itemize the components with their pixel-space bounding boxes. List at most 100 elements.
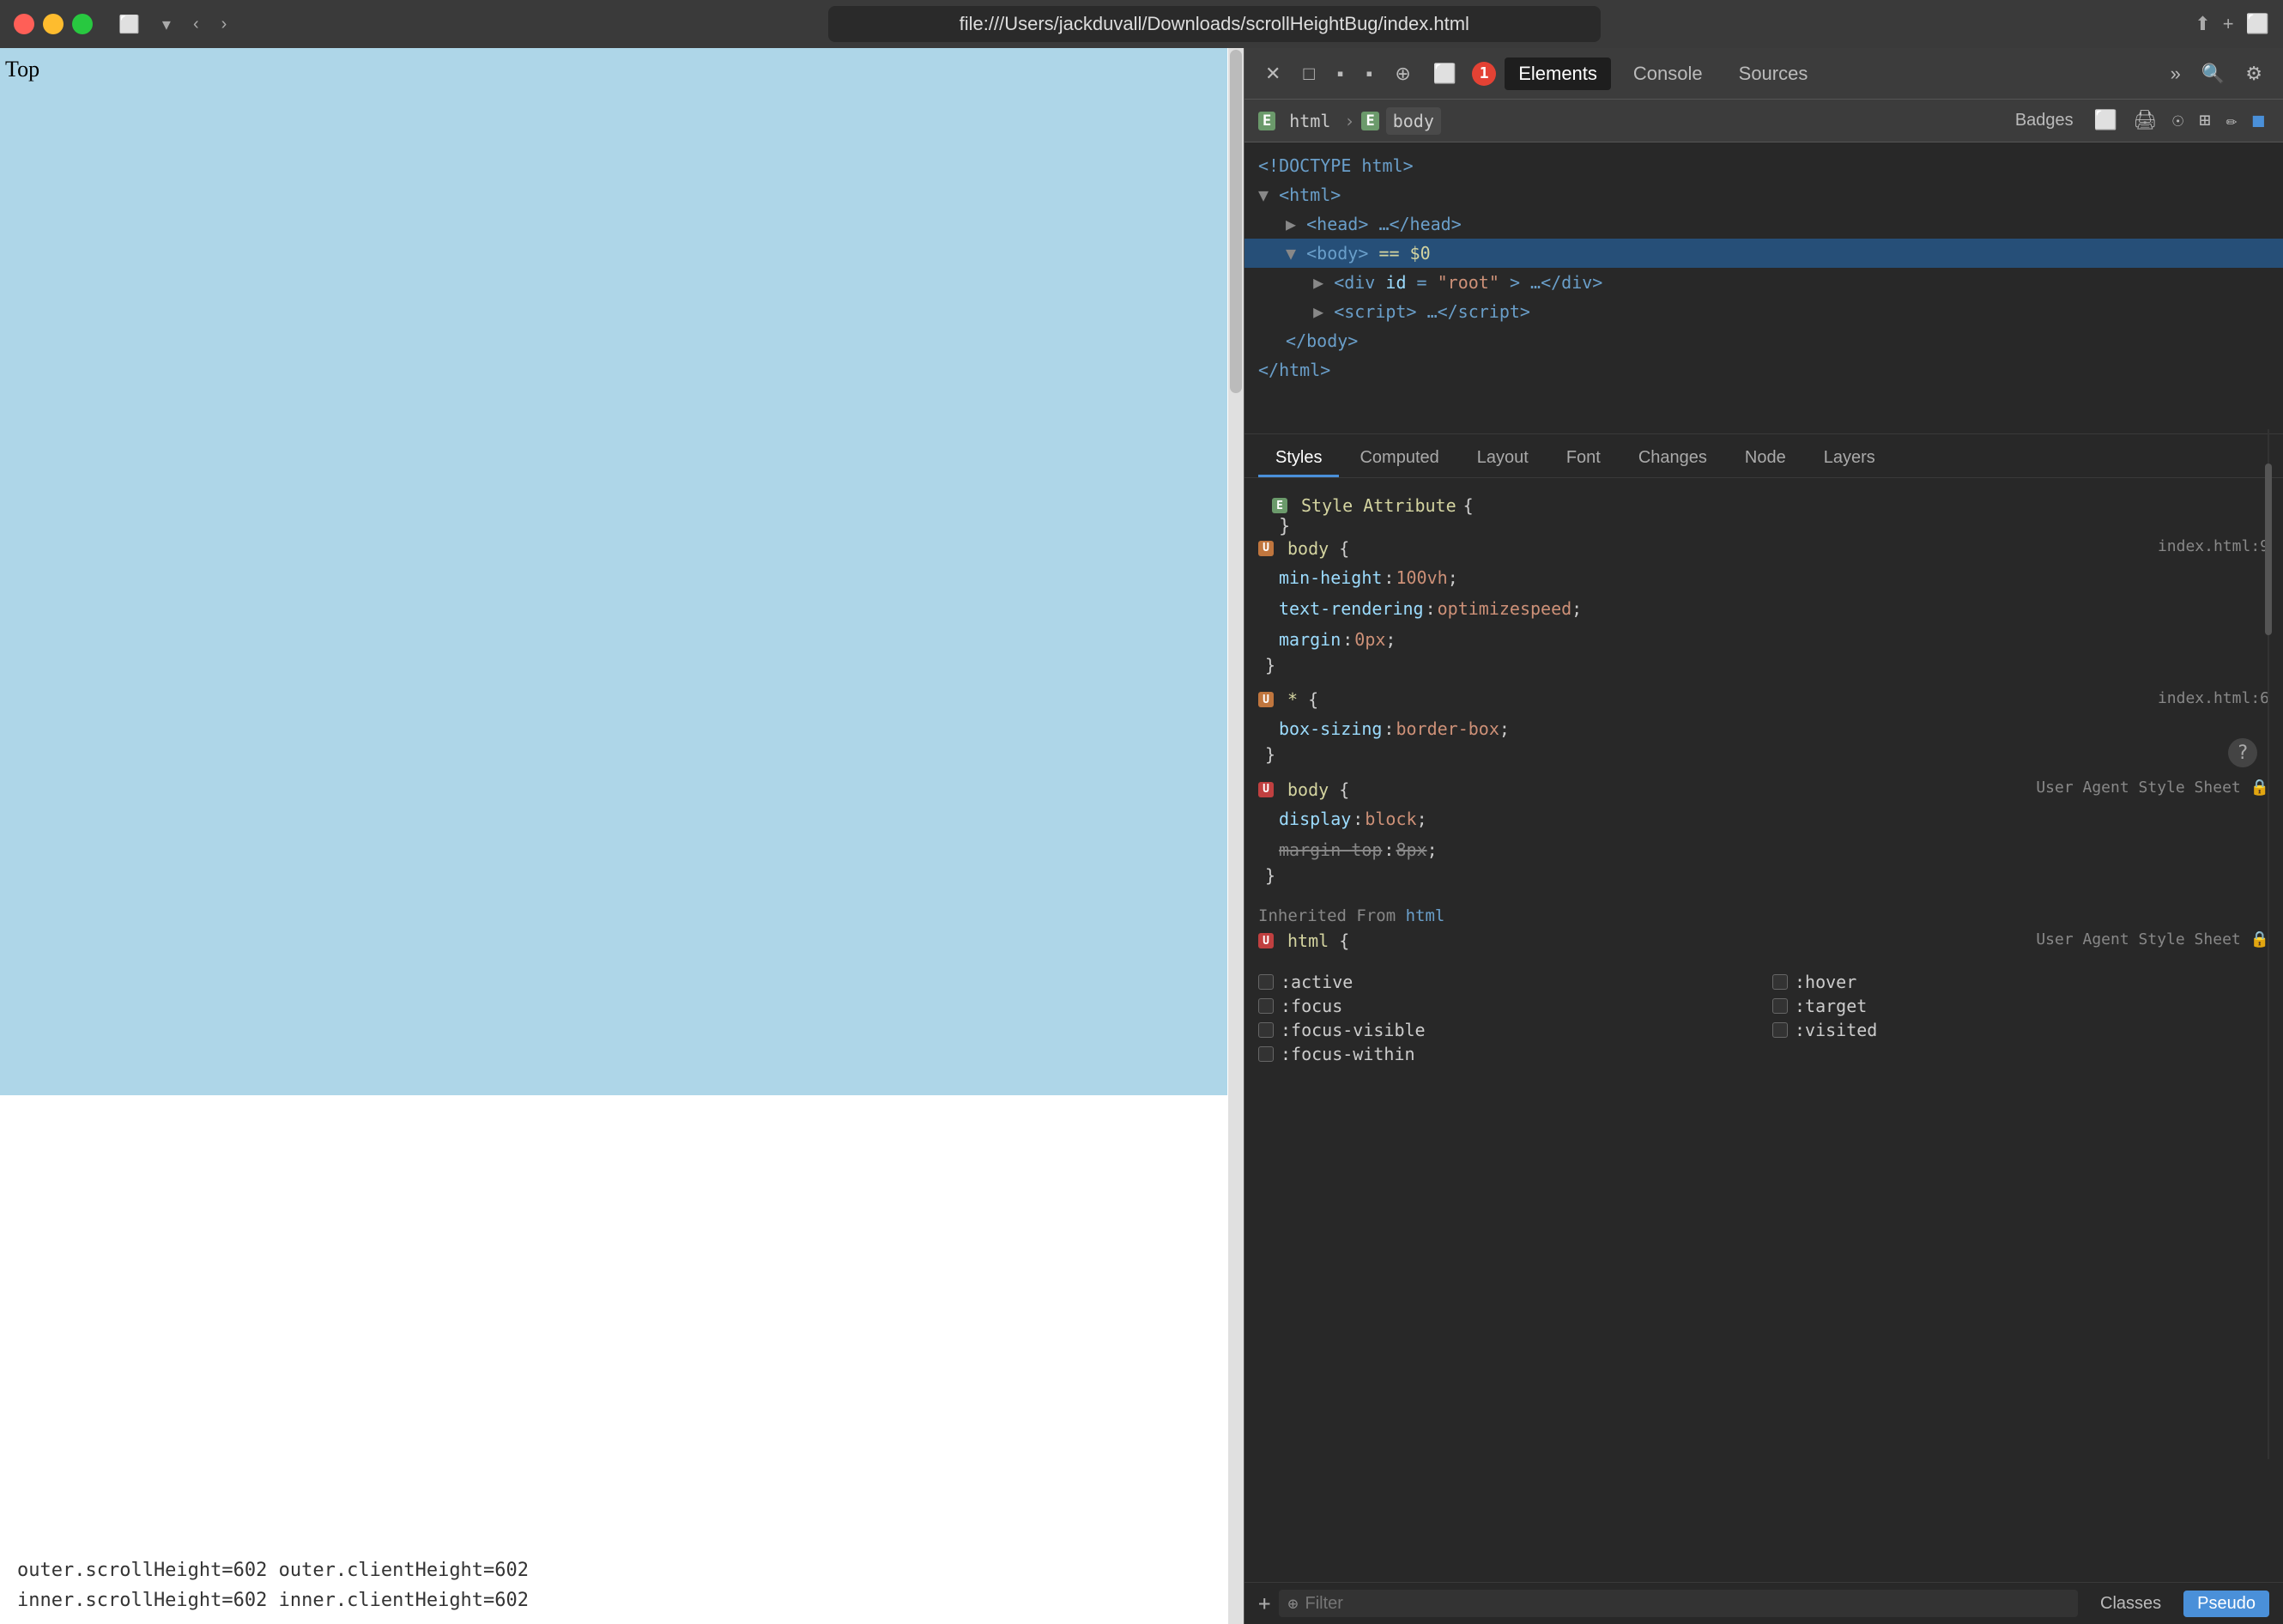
pseudo-focus-within[interactable]: :focus-within (1258, 1044, 1755, 1064)
pseudo-visited-checkbox[interactable] (1772, 1022, 1788, 1038)
tab-node[interactable]: Node (1728, 441, 1803, 477)
inspect-button[interactable]: ⊕ (1388, 59, 1417, 88)
share-icon[interactable]: ⬆ (2195, 13, 2210, 35)
style-element-icon: E (1272, 498, 1287, 513)
scroll-thumb[interactable] (1230, 50, 1242, 393)
pseudo-states: :active :hover :focus :target (1258, 965, 2269, 1071)
body-ua-selector[interactable]: body { (1287, 779, 1349, 800)
print-icon[interactable]: 🖨 (2128, 106, 2162, 135)
tab-layout[interactable]: Layout (1460, 441, 1546, 477)
style-prop-margin[interactable]: margin : 0px ; (1258, 624, 2269, 655)
badges-button[interactable]: Badges (2007, 107, 2082, 134)
star-selector[interactable]: * { (1287, 689, 1318, 710)
pseudo-target[interactable]: :target (1772, 996, 2269, 1016)
pseudo-hover-checkbox[interactable] (1772, 974, 1788, 990)
pseudo-focus-label: :focus (1281, 996, 1342, 1016)
style-rule-star: U * { index.html:6 box-sizing : border-b… (1258, 689, 2269, 766)
style-prop-margin-top[interactable]: margin-top : 8px ; (1258, 834, 2269, 865)
blue-block: Top (0, 48, 1227, 1095)
pseudo-target-checkbox[interactable] (1772, 998, 1788, 1014)
dock-right-button[interactable]: ▪ (1330, 59, 1351, 88)
pseudo-focus-visible[interactable]: :focus-visible (1258, 1020, 1755, 1040)
dom-html-close: </html> (1258, 355, 2269, 385)
pseudo-button[interactable]: Pseudo (2183, 1591, 2269, 1617)
settings-button[interactable]: ⚙ (2238, 59, 2269, 88)
top-label: Top (5, 57, 39, 82)
breadcrumb-body[interactable]: body (1386, 107, 1441, 135)
breadcrumb-html[interactable]: html (1282, 107, 1337, 135)
inherited-from-link[interactable]: html (1406, 906, 1445, 925)
star-rule-source[interactable]: index.html:6 (2158, 689, 2269, 707)
pseudo-focus[interactable]: :focus (1258, 996, 1755, 1016)
style-prop-display[interactable]: display : block ; (1258, 803, 2269, 834)
format-icon[interactable]: ⬜ (2089, 106, 2123, 135)
filter-search-icon: ⊕ (1287, 1593, 1298, 1614)
dock-bottom-button[interactable]: □ (1296, 59, 1321, 88)
dom-script[interactable]: ▶ <script> …</script> (1258, 297, 2269, 326)
tab-changes[interactable]: Changes (1621, 441, 1724, 477)
new-tab-icon[interactable]: + (2223, 13, 2234, 35)
devtools-close-button[interactable]: ✕ (1258, 59, 1287, 88)
devtools-scrollthumb[interactable] (2265, 464, 2272, 635)
pen-icon[interactable]: ✏ (2221, 106, 2243, 135)
forward-button[interactable]: › (215, 11, 234, 38)
help-button[interactable]: ? (2228, 738, 2257, 767)
pseudo-focus-within-checkbox[interactable] (1258, 1046, 1274, 1062)
tab-styles[interactable]: Styles (1258, 441, 1339, 477)
filter-input[interactable] (1305, 1594, 2070, 1614)
tab-view-icon[interactable]: ⬜ (2246, 13, 2269, 35)
dock-left-button[interactable]: ▪ (1360, 59, 1380, 88)
style-prop-min-height[interactable]: min-height : 100vh ; (1258, 562, 2269, 593)
tab-sources[interactable]: Sources (1725, 58, 1822, 90)
more-tabs-button[interactable]: » (2164, 59, 2188, 88)
classes-button[interactable]: Classes (2086, 1591, 2175, 1617)
dom-body-selected[interactable]: ▼ <body> == $0 (1244, 239, 2283, 268)
add-style-button[interactable]: + (1258, 1591, 1270, 1615)
search-button[interactable]: 🔍 (2195, 59, 2232, 88)
tab-console[interactable]: Console (1620, 58, 1717, 90)
style-r-icon: U (1258, 782, 1274, 797)
pseudo-visited[interactable]: :visited (1772, 1020, 2269, 1040)
style-attribute-label[interactable]: Style Attribute (1301, 495, 1456, 516)
expand-button[interactable]: ▾ (155, 10, 178, 39)
back-button[interactable]: ‹ (186, 11, 206, 38)
dom-doctype[interactable]: <!DOCTYPE html> (1258, 151, 2269, 180)
body-ua-close: } (1258, 865, 2269, 886)
accessibility-icon[interactable]: ☉ (2167, 106, 2189, 135)
dom-head[interactable]: ▶ <head> …</head> (1258, 209, 2269, 239)
pseudo-focus-checkbox[interactable] (1258, 998, 1274, 1014)
dom-html-open[interactable]: ▼ <html> (1258, 180, 2269, 209)
style-u-icon-2: U (1258, 692, 1274, 707)
device-button[interactable]: ⬜ (1426, 59, 1463, 88)
scroll-info-line2: inner.scrollHeight=602 inner.clientHeigh… (17, 1585, 1226, 1615)
close-button[interactable] (14, 14, 34, 34)
body-selector[interactable]: body { (1287, 538, 1349, 559)
maximize-button[interactable] (72, 14, 93, 34)
pseudo-active[interactable]: :active (1258, 972, 1755, 992)
devtools-panel: ✕ □ ▪ ▪ ⊕ ⬜ 1 Elements Console Sources »… (1244, 48, 2283, 1624)
sidebar-toggle-button[interactable]: ⬜ (112, 10, 147, 39)
tab-layers[interactable]: Layers (1807, 441, 1892, 477)
color-icon[interactable]: ■ (2248, 106, 2269, 135)
style-attribute-line: E Style Attribute { (1272, 495, 2256, 516)
html-ua-selector[interactable]: html { (1287, 930, 1349, 951)
toolbar-right: » 🔍 ⚙ (2164, 59, 2269, 88)
style-prop-text-rendering[interactable]: text-rendering : optimizespeed ; (1258, 593, 2269, 624)
breadcrumb-separator: › (1344, 111, 1354, 131)
body-rule-source[interactable]: index.html:9 (2158, 537, 2269, 555)
body-ua-source: User Agent Style Sheet 🔒 (2036, 779, 2269, 797)
style-u-icon: U (1258, 541, 1274, 556)
style-prop-box-sizing[interactable]: box-sizing : border-box ; (1258, 713, 2269, 744)
pseudo-focus-visible-checkbox[interactable] (1258, 1022, 1274, 1038)
grid-icon[interactable]: ⊞ (2194, 106, 2215, 135)
pseudo-focus-visible-label: :focus-visible (1281, 1020, 1426, 1040)
url-input[interactable] (828, 6, 1601, 42)
tab-elements[interactable]: Elements (1505, 58, 1611, 90)
tab-computed[interactable]: Computed (1342, 441, 1456, 477)
minimize-button[interactable] (43, 14, 64, 34)
devtools-toolbar: ✕ □ ▪ ▪ ⊕ ⬜ 1 Elements Console Sources »… (1244, 48, 2283, 100)
pseudo-hover[interactable]: :hover (1772, 972, 2269, 992)
tab-font[interactable]: Font (1549, 441, 1618, 477)
dom-div-root[interactable]: ▶ <div id = "root" > …</div> (1258, 268, 2269, 297)
pseudo-active-checkbox[interactable] (1258, 974, 1274, 990)
